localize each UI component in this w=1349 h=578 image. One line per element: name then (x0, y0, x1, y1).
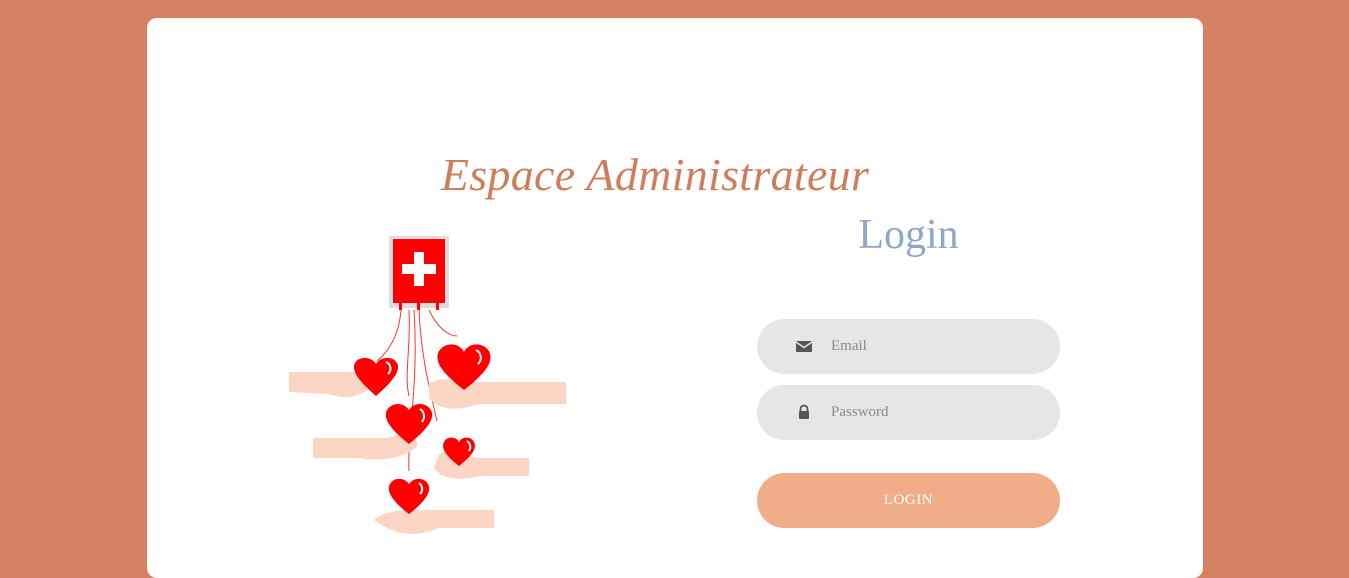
heart-icon (388, 478, 430, 514)
password-field[interactable] (757, 385, 1060, 440)
blood-donation-illustration (289, 236, 566, 534)
blood-bag-icon (389, 236, 449, 310)
login-heading: Login (858, 212, 959, 258)
lock-icon (799, 404, 809, 419)
email-field[interactable] (757, 319, 1060, 374)
login-button[interactable]: LOGIN (757, 473, 1060, 528)
envelope-icon (795, 341, 813, 352)
email-input[interactable] (831, 319, 1041, 374)
page-title: Espace Administrateur (440, 149, 870, 200)
password-input[interactable] (831, 385, 1041, 440)
hands (289, 367, 566, 534)
hearts (353, 344, 491, 514)
login-card: Espace Administrateur Login Email LOGIN (147, 18, 1203, 578)
